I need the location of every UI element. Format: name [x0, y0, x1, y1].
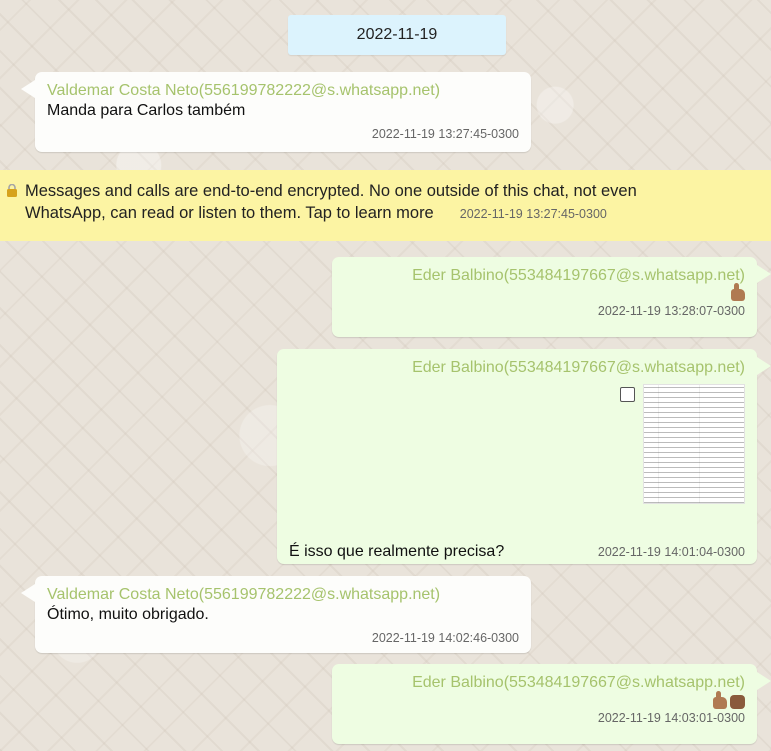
emoji-row [344, 283, 745, 304]
sender-name: Eder Balbino(553484197667@s.whatsapp.net… [412, 267, 745, 284]
message-timestamp: 2022-11-19 14:01:04-0300 [597, 545, 745, 559]
sender-name: Eder Balbino(553484197667@s.whatsapp.net… [412, 359, 745, 376]
date-divider: 2022-11-19 [288, 15, 506, 55]
emoji-row [344, 691, 745, 711]
date-divider-label: 2022-11-19 [356, 26, 438, 43]
thumbs-up-emoji-icon [713, 691, 727, 709]
message-bubble-incoming[interactable]: Valdemar Costa Neto(556199782222@s.whats… [21, 72, 531, 152]
lock-icon [5, 181, 19, 197]
message-bubble-incoming[interactable]: Valdemar Costa Neto(556199782222@s.whats… [21, 576, 531, 653]
message-timestamp: 2022-11-19 14:03:01-0300 [597, 711, 745, 725]
encryption-notice-line2-row: WhatsApp, can read or listen to them. Ta… [5, 202, 771, 225]
thumbs-up-emoji-icon [731, 283, 745, 301]
encryption-notice-timestamp: 2022-11-19 13:27:45-0300 [459, 207, 607, 221]
sender-name: Valdemar Costa Neto(556199782222@s.whats… [47, 82, 441, 99]
document-thumbnail[interactable] [643, 384, 745, 504]
message-bubble-outgoing[interactable]: Eder Balbino(553484197667@s.whatsapp.net… [332, 257, 771, 337]
message-text: É isso que realmente precisa? [289, 543, 505, 560]
encryption-notice[interactable]: Messages and calls are end-to-end encryp… [0, 170, 771, 241]
attachment-row [289, 384, 745, 504]
fist-emoji-icon [730, 695, 745, 709]
message-timestamp: 2022-11-19 13:28:07-0300 [597, 304, 745, 318]
message-timestamp: 2022-11-19 13:27:45-0300 [371, 127, 519, 141]
message-text: Ótimo, muito obrigado. [47, 606, 209, 623]
encryption-notice-line1-row: Messages and calls are end-to-end encryp… [5, 180, 771, 202]
sender-name: Valdemar Costa Neto(556199782222@s.whats… [47, 586, 441, 603]
message-bubble-outgoing-attachment[interactable]: Eder Balbino(553484197667@s.whatsapp.net… [277, 349, 771, 564]
chat-viewport: 2022-11-19 Valdemar Costa Neto(556199782… [0, 0, 771, 751]
message-text: Manda para Carlos também [47, 102, 246, 119]
message-timestamp: 2022-11-19 14:02:46-0300 [371, 631, 519, 645]
encryption-notice-line1: Messages and calls are end-to-end encryp… [25, 182, 637, 200]
sender-name: Eder Balbino(553484197667@s.whatsapp.net… [412, 674, 745, 691]
caption-row: É isso que realmente precisa? 2022-11-19… [289, 542, 745, 562]
select-checkbox[interactable] [620, 387, 635, 402]
message-bubble-outgoing[interactable]: Eder Balbino(553484197667@s.whatsapp.net… [332, 664, 771, 744]
encryption-notice-line2: WhatsApp, can read or listen to them. Ta… [25, 204, 434, 222]
